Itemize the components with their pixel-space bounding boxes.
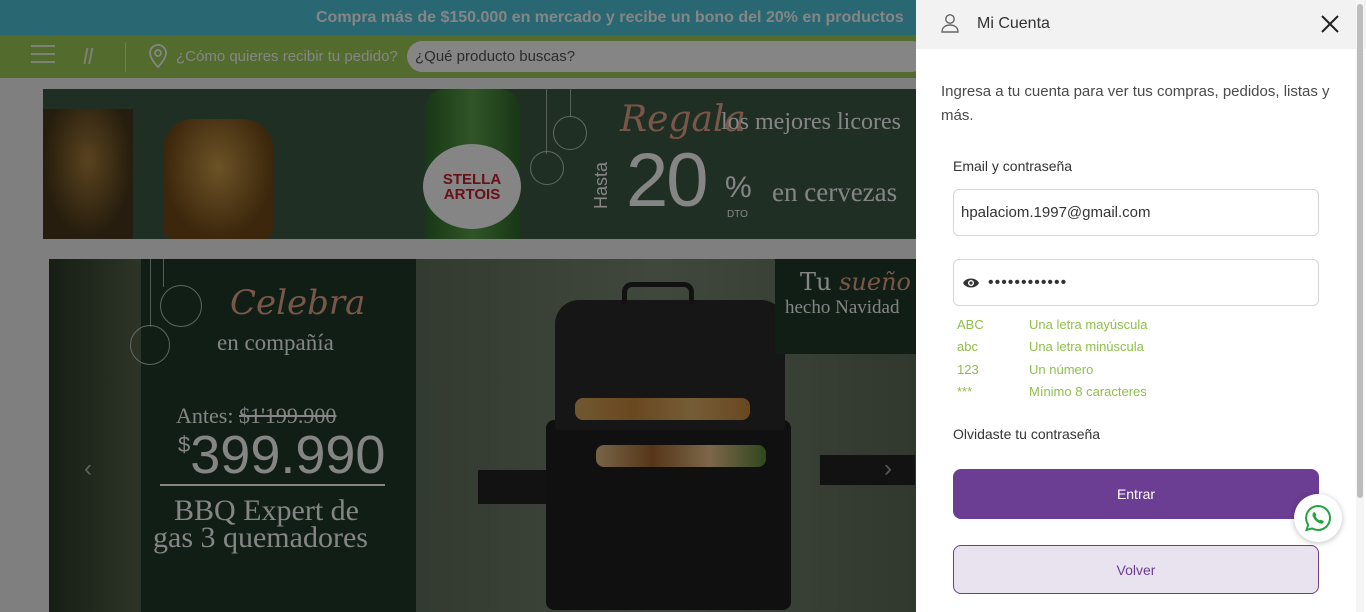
close-icon[interactable] — [1318, 12, 1342, 36]
scrollbar[interactable] — [1356, 0, 1364, 612]
eye-icon[interactable] — [962, 275, 980, 291]
password-rules: ABC Una letra mayúscula abc Una letra minú… — [957, 313, 1148, 403]
password-rule: 123 Un número — [957, 361, 1094, 377]
credentials-label: Email y contraseña — [953, 158, 1073, 174]
password-rule: ABC Una letra mayúscula — [957, 316, 1148, 332]
password-field-wrapper — [953, 259, 1319, 306]
user-icon — [941, 14, 959, 33]
modal-backdrop[interactable] — [0, 0, 916, 612]
password-field[interactable] — [988, 271, 1298, 295]
whatsapp-icon — [1304, 504, 1331, 532]
email-field[interactable] — [953, 189, 1319, 236]
drawer-header: Mi Cuenta — [916, 0, 1366, 49]
login-button[interactable]: Entrar — [953, 469, 1319, 519]
forgot-password-link[interactable]: Olvidaste tu contraseña — [953, 426, 1100, 442]
scrollbar-thumb[interactable] — [1357, 4, 1363, 498]
password-rule: *** Mínimo 8 caracteres — [957, 384, 1147, 400]
password-rule: abc Una letra minúscula — [957, 339, 1144, 355]
drawer-intro-text: Ingresa a tu cuenta para ver tus compras… — [941, 83, 1330, 124]
drawer-title: Mi Cuenta — [977, 15, 1050, 32]
whatsapp-button[interactable] — [1294, 494, 1342, 542]
back-button[interactable]: Volver — [953, 545, 1319, 594]
